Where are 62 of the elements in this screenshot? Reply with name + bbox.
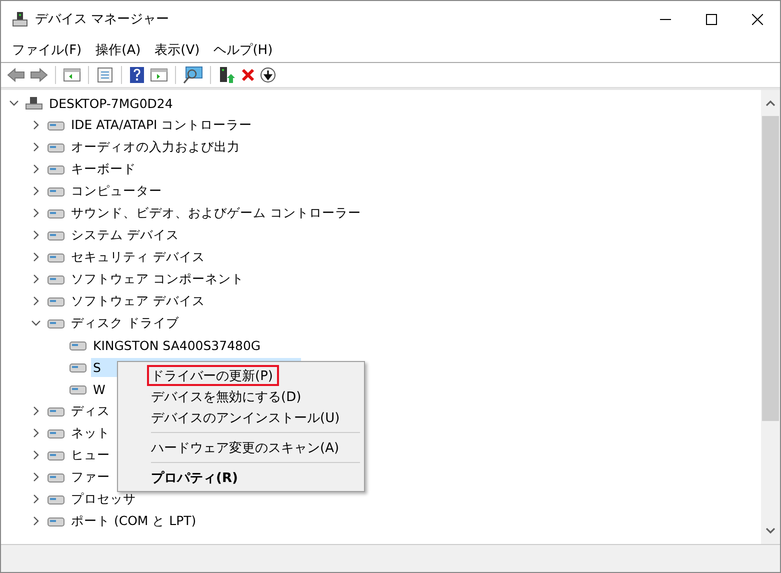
tree-item[interactable]: システム デバイス bbox=[69, 224, 181, 246]
tree-item[interactable]: IDE ATA/ATAPI コントローラー bbox=[69, 114, 254, 136]
scroll-down-icon[interactable] bbox=[766, 528, 775, 534]
chevron-right-icon[interactable] bbox=[31, 274, 41, 284]
tree-item[interactable]: コンピューター bbox=[69, 180, 164, 202]
close-icon[interactable] bbox=[752, 14, 762, 24]
chevron-right-icon[interactable] bbox=[31, 230, 41, 240]
window-title: デバイス マネージャー bbox=[35, 11, 170, 28]
tree-item[interactable]: ディスク ドライブ bbox=[69, 312, 181, 334]
tree-item[interactable]: キーボード bbox=[69, 158, 138, 180]
device-up-arrow-icon[interactable] bbox=[218, 66, 236, 84]
tree-item[interactable]: サウンド、ビデオ、およびゲーム コントローラー bbox=[69, 202, 363, 224]
download-icon[interactable] bbox=[260, 67, 276, 83]
window-icon[interactable] bbox=[63, 67, 81, 83]
chevron-right-icon[interactable] bbox=[31, 406, 41, 416]
context-menu-item[interactable]: プロパティ(R) bbox=[118, 467, 244, 488]
chevron-right-icon[interactable] bbox=[31, 472, 41, 482]
tree-item[interactable]: DESKTOP-7MG0D24 bbox=[47, 94, 175, 112]
vertical-scrollbar[interactable] bbox=[761, 90, 780, 544]
tree-item[interactable]: ディス bbox=[69, 400, 112, 422]
computer-icon bbox=[25, 96, 43, 110]
forward-arrow-icon[interactable] bbox=[30, 67, 48, 83]
device-manager-icon bbox=[12, 11, 28, 27]
tree-item[interactable]: ネット bbox=[69, 422, 112, 444]
chevron-right-icon[interactable] bbox=[31, 296, 41, 306]
window-icon[interactable] bbox=[150, 67, 168, 83]
context-menu-item[interactable]: ドライバーの更新(P) bbox=[147, 365, 279, 386]
tree-item[interactable]: ポート (COM と LPT) bbox=[69, 510, 198, 532]
tree-item[interactable]: KINGSTON SA400S37480G bbox=[91, 336, 263, 354]
chevron-right-icon[interactable] bbox=[31, 516, 41, 526]
chevron-right-icon[interactable] bbox=[31, 494, 41, 504]
properties-icon[interactable] bbox=[96, 67, 114, 83]
context-menu-item[interactable]: デバイスを無効にする(D) bbox=[118, 386, 308, 407]
chevron-right-icon[interactable] bbox=[31, 186, 41, 196]
chevron-right-icon[interactable] bbox=[31, 428, 41, 438]
menu-item[interactable]: ヘルプ(H) bbox=[206, 40, 280, 58]
context-menu-item[interactable]: ハードウェア変更のスキャン(A) bbox=[118, 437, 346, 458]
chevron-right-icon[interactable] bbox=[31, 120, 41, 130]
tree-item[interactable]: ファー bbox=[69, 466, 112, 488]
help-icon[interactable] bbox=[129, 66, 145, 84]
chevron-right-icon[interactable] bbox=[31, 142, 41, 152]
chevron-right-icon[interactable] bbox=[31, 450, 41, 460]
tree-item[interactable]: W bbox=[91, 380, 108, 398]
menu-item[interactable]: ファイル(F) bbox=[5, 40, 89, 58]
tree-item[interactable]: プロセッサ bbox=[69, 488, 138, 510]
tree-item[interactable]: セキュリティ デバイス bbox=[69, 246, 207, 268]
chevron-right-icon[interactable] bbox=[31, 208, 41, 218]
tree-item[interactable]: オーディオの入力および出力 bbox=[69, 136, 242, 158]
chevron-down-icon[interactable] bbox=[31, 318, 41, 328]
tree-item[interactable]: ソフトウェア コンポーネント bbox=[69, 268, 246, 290]
scroll-up-icon[interactable] bbox=[766, 100, 775, 106]
menu-item[interactable]: 操作(A) bbox=[88, 40, 148, 58]
back-arrow-icon[interactable] bbox=[7, 67, 25, 83]
chevron-down-icon[interactable] bbox=[9, 98, 19, 108]
maximize-icon[interactable] bbox=[706, 14, 716, 24]
tree-item[interactable]: ヒュー bbox=[69, 444, 112, 466]
chevron-right-icon[interactable] bbox=[31, 164, 41, 174]
tree-item[interactable]: ソフトウェア デバイス bbox=[69, 290, 207, 312]
context-menu-item[interactable]: デバイスのアンインストール(U) bbox=[118, 407, 346, 428]
menu-item[interactable]: 表示(V) bbox=[148, 40, 207, 58]
chevron-right-icon[interactable] bbox=[31, 252, 41, 262]
monitor-magnifier-icon[interactable] bbox=[183, 66, 203, 84]
